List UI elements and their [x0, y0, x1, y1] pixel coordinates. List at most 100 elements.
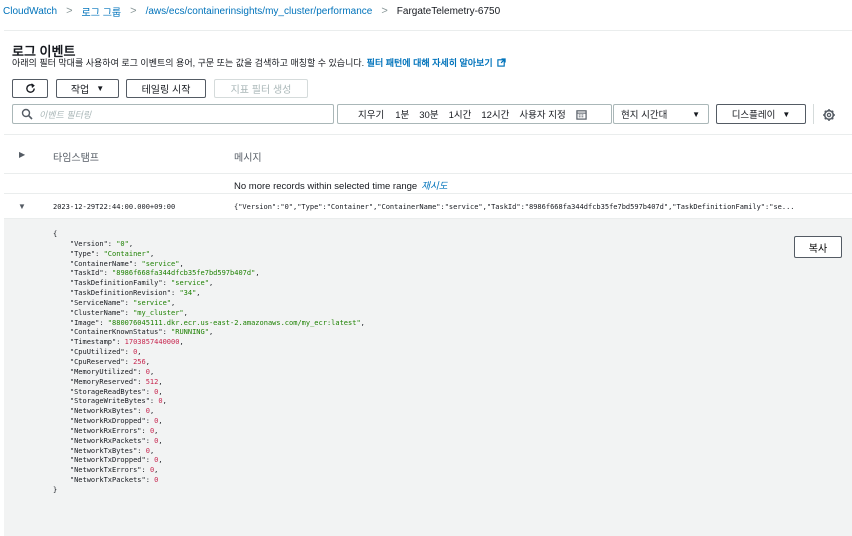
json-line: "TaskId": "8986f668fa344dfcb35fe7bd597b4… [53, 269, 260, 278]
event-timestamp: 2023-12-29T22:44:00.000+09:00 [53, 203, 176, 211]
timezone-select[interactable]: 현지 시간대 ▼ [613, 104, 709, 124]
json-open-brace: { [53, 230, 58, 238]
json-value: 0 [145, 367, 150, 376]
json-key: "NetworkRxBytes": [53, 407, 146, 416]
collapse-row-icon[interactable]: ▼ [18, 202, 26, 211]
json-key: "NetworkRxErrors": [53, 426, 150, 435]
calendar-icon[interactable] [576, 109, 587, 120]
json-value: "service" [171, 279, 209, 288]
caret-down-icon: ▼ [692, 109, 700, 119]
json-key: "NetworkTxDropped": [53, 456, 155, 465]
breadcrumb: CloudWatch > 로그 그룹 > /aws/ecs/containeri… [0, 0, 852, 22]
json-line: "NetworkTxBytes": 0, [53, 446, 155, 455]
json-value: 512 [145, 377, 159, 386]
json-line: "Image": "880076045111.dkr.ecr.us-east-2… [53, 318, 365, 327]
json-key: "ContainerName": [53, 259, 142, 268]
json-value: "service" [133, 298, 172, 307]
json-key: "CpuUtilized": [53, 348, 134, 357]
breadcrumb-log-stream: FargateTelemetry-6750 [396, 5, 501, 17]
learn-more-link[interactable]: 필터 패턴에 대해 자세히 알아보기 [367, 58, 493, 68]
divider [4, 193, 852, 194]
caret-down-icon: ▼ [96, 84, 105, 93]
breadcrumb-cloudwatch[interactable]: CloudWatch [3, 6, 57, 17]
json-key: "Version": [53, 239, 117, 248]
json-key: "MemoryUtilized": [53, 367, 146, 376]
json-value: 0 [149, 466, 155, 475]
refresh-icon [25, 83, 35, 93]
filter-placeholder: 이벤트 필터링 [39, 109, 92, 120]
retry-link[interactable]: 재시도 [421, 181, 447, 192]
copy-button[interactable]: 복사 [794, 236, 842, 258]
event-message[interactable]: {"Version":"0","Type":"Container","Conta… [234, 203, 836, 211]
json-line: "CpuUtilized": 0, [53, 348, 142, 357]
range-30m[interactable]: 30분 [419, 107, 438, 121]
json-key: "CpuReserved": [53, 357, 134, 366]
breadcrumb-log-groups[interactable]: 로그 그룹 [82, 4, 122, 19]
breadcrumb-log-group[interactable]: /aws/ecs/containerinsights/my_cluster/pe… [146, 6, 373, 17]
json-value: 1703857440000 [124, 338, 180, 347]
start-tailing-button[interactable]: 테일링 시작 [126, 79, 206, 98]
json-line: "ServiceName": "service", [53, 298, 176, 307]
display-label: 디스플레이 [731, 110, 776, 121]
json-value: 0 [149, 426, 155, 435]
json-value: "Container" [103, 249, 150, 258]
column-header-message[interactable]: 메시지 [234, 149, 262, 164]
json-value: "RUNNING" [171, 328, 209, 337]
json-line: "StorageReadBytes": 0, [53, 387, 163, 396]
json-value: 256 [133, 357, 146, 366]
range-12h[interactable]: 12시간 [481, 107, 509, 121]
json-line: "ContainerName": "service", [53, 259, 184, 268]
json-line: "ClusterName": "my_cluster", [53, 308, 188, 317]
breadcrumb-separator: > [66, 5, 73, 17]
range-1h[interactable]: 1시간 [449, 107, 472, 121]
json-line: "TaskDefinitionFamily": "service", [53, 279, 214, 288]
json-value: "34" [179, 289, 197, 298]
json-line: "MemoryReserved": 512, [53, 377, 163, 386]
json-line: "NetworkTxErrors": 0, [53, 466, 159, 475]
external-link-icon[interactable] [496, 58, 506, 67]
json-close-brace: } [53, 485, 58, 494]
filter-events-input[interactable]: 이벤트 필터링 [12, 104, 334, 124]
actions-label: 작업 [70, 85, 90, 96]
description-text: 아래의 필터 막대를 사용하여 로그 이벤트의 용어, 구문 또는 값을 검색하… [12, 58, 365, 68]
json-key: "ServiceName": [53, 298, 134, 307]
json-value: 0 [154, 436, 159, 445]
json-line: "CpuReserved": 256, [53, 357, 150, 366]
divider [813, 104, 814, 124]
json-key: "StorageReadBytes": [53, 387, 155, 396]
gear-icon[interactable] [822, 108, 836, 122]
clear-button[interactable]: 지우기 [358, 107, 384, 121]
caret-down-icon: ▼ [782, 109, 791, 119]
range-custom[interactable]: 사용자 지정 [519, 107, 565, 121]
json-line: "TaskDefinitionRevision": "34", [53, 289, 201, 298]
expand-all-icon[interactable]: ▶ [19, 150, 25, 159]
no-more-records-message: No more records within selected time ran… [234, 178, 447, 192]
table-header [4, 134, 852, 174]
json-key: "ContainerKnownStatus": [53, 328, 172, 337]
json-line: "NetworkRxPackets": 0, [53, 436, 163, 445]
json-value: 0 [154, 456, 159, 465]
json-key: "NetworkTxBytes": [53, 446, 146, 455]
json-value: "service" [141, 259, 180, 268]
event-json: { "Version": "0", "Type": "Container", "… [53, 230, 365, 496]
json-key: "Type": [53, 249, 104, 258]
json-key: "NetworkRxDropped": [53, 417, 155, 426]
json-value: 0 [145, 407, 150, 416]
json-key: "StorageWriteBytes": [53, 397, 159, 406]
column-header-timestamp[interactable]: 타임스탬프 [53, 149, 99, 164]
json-value: "0" [116, 239, 129, 248]
refresh-button[interactable] [12, 79, 48, 98]
json-value: 0 [158, 397, 163, 406]
json-line: "StorageWriteBytes": 0, [53, 397, 167, 406]
display-dropdown[interactable]: 디스플레이 ▼ [716, 104, 806, 124]
json-line: "Timestamp": 1703857440000, [53, 338, 184, 347]
json-line: "ContainerKnownStatus": "RUNNING", [53, 328, 214, 337]
actions-dropdown[interactable]: 작업 ▼ [56, 79, 119, 98]
json-key: "ClusterName": [53, 308, 134, 317]
json-value: 0 [133, 348, 138, 357]
json-key: "TaskDefinitionRevision": [53, 289, 180, 298]
start-tailing-label: 테일링 시작 [141, 85, 191, 96]
range-1m[interactable]: 1분 [395, 107, 409, 121]
json-key: "Image": [53, 318, 108, 327]
create-metric-filter-button[interactable]: 지표 필터 생성 [214, 79, 308, 98]
